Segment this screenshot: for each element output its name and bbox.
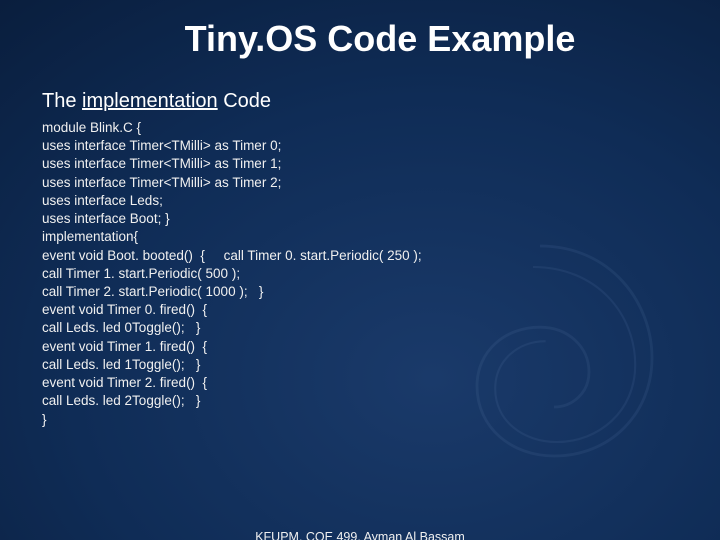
slide-footer: KFUPM, COE 499. Ayman Al Bassam [0, 530, 720, 540]
code-block: module Blink.C { uses interface Timer<TM… [42, 119, 700, 429]
subtitle-post: Code [218, 90, 271, 112]
slide-subtitle: The implementation Code [42, 90, 720, 113]
subtitle-mid: implementation [82, 90, 218, 112]
subtitle-pre: The [42, 90, 82, 112]
slide-title: Tiny.OS Code Example [0, 18, 720, 60]
